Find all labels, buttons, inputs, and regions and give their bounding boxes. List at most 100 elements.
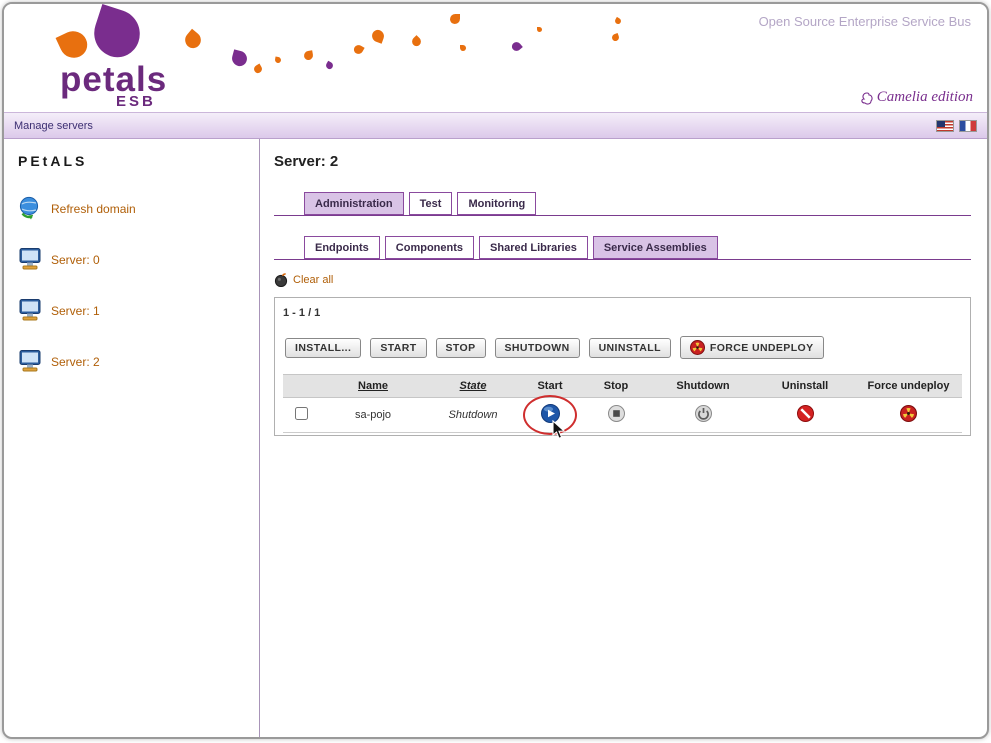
- sidebar-item-label: Refresh domain: [51, 202, 136, 216]
- logo-petal-orange: [55, 26, 92, 63]
- stop-button-label: STOP: [445, 341, 476, 354]
- action-buttons: INSTALL... START STOP SHUTDOWN UNINSTALL: [285, 336, 962, 359]
- start-icon[interactable]: [540, 404, 560, 423]
- force-undeploy-button[interactable]: FORCE UNDEPLOY: [679, 336, 824, 359]
- edition-label: Camelia edition: [860, 89, 973, 106]
- petals-logo-esb: ESB: [116, 93, 156, 110]
- tab-monitoring[interactable]: Monitoring: [457, 192, 537, 215]
- petal-decoration: [230, 49, 249, 68]
- petal-decoration: [537, 27, 542, 32]
- mouse-cursor: [551, 419, 567, 440]
- stop-action-cell: [581, 397, 651, 433]
- tab-administration[interactable]: Administration: [304, 192, 404, 215]
- start-action-cell: [519, 395, 581, 440]
- shutdown-button[interactable]: SHUTDOWN: [494, 337, 580, 358]
- globe-refresh-icon: [18, 196, 42, 220]
- sidebar-item-label: Server: 0: [51, 253, 100, 267]
- uninstall-button[interactable]: UNINSTALL: [588, 337, 671, 358]
- server-icon: [18, 247, 42, 271]
- service-assemblies-table: Name State Start Stop Shutdown Uninstall…: [283, 374, 962, 440]
- petal-decoration: [611, 33, 620, 42]
- stop-button[interactable]: STOP: [435, 337, 486, 358]
- petal-decoration: [274, 56, 282, 64]
- tab-service-assemblies[interactable]: Service Assemblies: [592, 236, 718, 259]
- sidebar-item-server-2[interactable]: Server: 2: [18, 349, 259, 373]
- header: Open Source Enterprise Service Bus petal…: [4, 4, 987, 112]
- stop-icon[interactable]: [607, 405, 625, 422]
- server-icon: [18, 298, 42, 322]
- force-undeploy-button-label: FORCE UNDEPLOY: [709, 341, 814, 354]
- sort-by-name-link[interactable]: Name: [358, 380, 388, 392]
- column-header-name: Name: [319, 374, 427, 398]
- shutdown-icon[interactable]: [694, 405, 712, 422]
- petal-decoration: [303, 50, 314, 61]
- service-assemblies-panel: 1 - 1 / 1 INSTALL... START STOP SHUTDOWN…: [274, 297, 971, 440]
- main-panel: Server: 2 Administration Test Monitoring…: [260, 139, 987, 737]
- petal-decoration: [410, 35, 423, 48]
- fr-flag-icon[interactable]: [959, 119, 977, 132]
- column-header-shutdown: Shutdown: [651, 374, 755, 398]
- sidebar-item-server-0[interactable]: Server: 0: [18, 247, 259, 271]
- sidebar: PEtALS Refresh domain Server: 0 Server: …: [4, 139, 260, 737]
- us-flag-canton: [937, 120, 945, 127]
- table-row: sa-pojo Shutdown: [283, 395, 962, 440]
- sidebar-brand: PEtALS: [18, 153, 88, 169]
- checkbox-cell: [283, 397, 319, 433]
- column-header-force-undeploy: Force undeploy: [855, 374, 962, 398]
- clear-all-icon: [274, 273, 288, 288]
- uninstall-button-label: UNINSTALL: [598, 341, 661, 354]
- tab-components[interactable]: Components: [384, 236, 475, 259]
- select-all-header: [283, 374, 319, 398]
- petal-decoration: [510, 40, 523, 53]
- edition-text: Camelia edition: [876, 89, 973, 105]
- manage-servers-link[interactable]: Manage servers: [14, 120, 93, 132]
- column-header-stop: Stop: [581, 374, 651, 398]
- server-icon: [18, 349, 42, 373]
- column-header-start: Start: [519, 374, 581, 398]
- column-header-uninstall: Uninstall: [755, 374, 855, 398]
- uninstall-icon[interactable]: [796, 405, 814, 422]
- start-button-label: START: [380, 341, 417, 354]
- camelia-flower-icon: [860, 91, 874, 105]
- install-button-label: INSTALL...: [295, 341, 352, 354]
- table-header-row: Name State Start Stop Shutdown Uninstall…: [283, 374, 962, 398]
- secondary-tabs: Endpoints Components Shared Libraries Se…: [274, 236, 971, 260]
- sidebar-item-label: Server: 1: [51, 304, 100, 318]
- start-button[interactable]: START: [370, 337, 427, 358]
- tab-endpoints[interactable]: Endpoints: [304, 236, 380, 259]
- force-undeploy-action-cell: [855, 397, 962, 433]
- tagline: Open Source Enterprise Service Bus: [758, 14, 971, 29]
- install-button[interactable]: INSTALL...: [285, 337, 362, 358]
- petal-decoration: [252, 63, 264, 75]
- sidebar-item-refresh-domain[interactable]: Refresh domain: [18, 196, 259, 220]
- petal-decoration: [450, 14, 460, 24]
- shutdown-button-label: SHUTDOWN: [504, 341, 570, 354]
- petal-decoration: [370, 28, 386, 44]
- column-header-state: State: [427, 374, 519, 398]
- petal-decoration: [324, 60, 335, 71]
- petal-decoration: [613, 16, 623, 26]
- sidebar-item-server-1[interactable]: Server: 1: [18, 298, 259, 322]
- app-window: Open Source Enterprise Service Bus petal…: [2, 2, 989, 739]
- pagination-label: 1 - 1 / 1: [283, 307, 321, 319]
- petal-decoration: [352, 43, 365, 56]
- force-undeploy-icon[interactable]: [900, 405, 917, 422]
- language-switcher: [936, 119, 977, 132]
- us-flag-icon[interactable]: [936, 119, 954, 132]
- shutdown-action-cell: [651, 397, 755, 433]
- petal-decoration: [460, 45, 466, 51]
- name-cell: sa-pojo: [319, 397, 427, 433]
- content-area: PEtALS Refresh domain Server: 0 Server: …: [4, 139, 987, 737]
- force-undeploy-icon: [689, 340, 705, 355]
- tab-shared-libraries[interactable]: Shared Libraries: [479, 236, 588, 259]
- clear-all-link[interactable]: Clear all: [274, 273, 333, 288]
- uninstall-action-cell: [755, 397, 855, 433]
- sidebar-item-label: Server: 2: [51, 355, 100, 369]
- menu-bar: Manage servers: [4, 112, 987, 139]
- sort-by-state-link[interactable]: State: [460, 380, 487, 392]
- row-checkbox[interactable]: [294, 407, 308, 420]
- logo-petal-purple: [87, 4, 147, 63]
- tab-test[interactable]: Test: [408, 192, 453, 215]
- state-cell: Shutdown: [427, 397, 519, 433]
- primary-tabs: Administration Test Monitoring: [274, 192, 971, 216]
